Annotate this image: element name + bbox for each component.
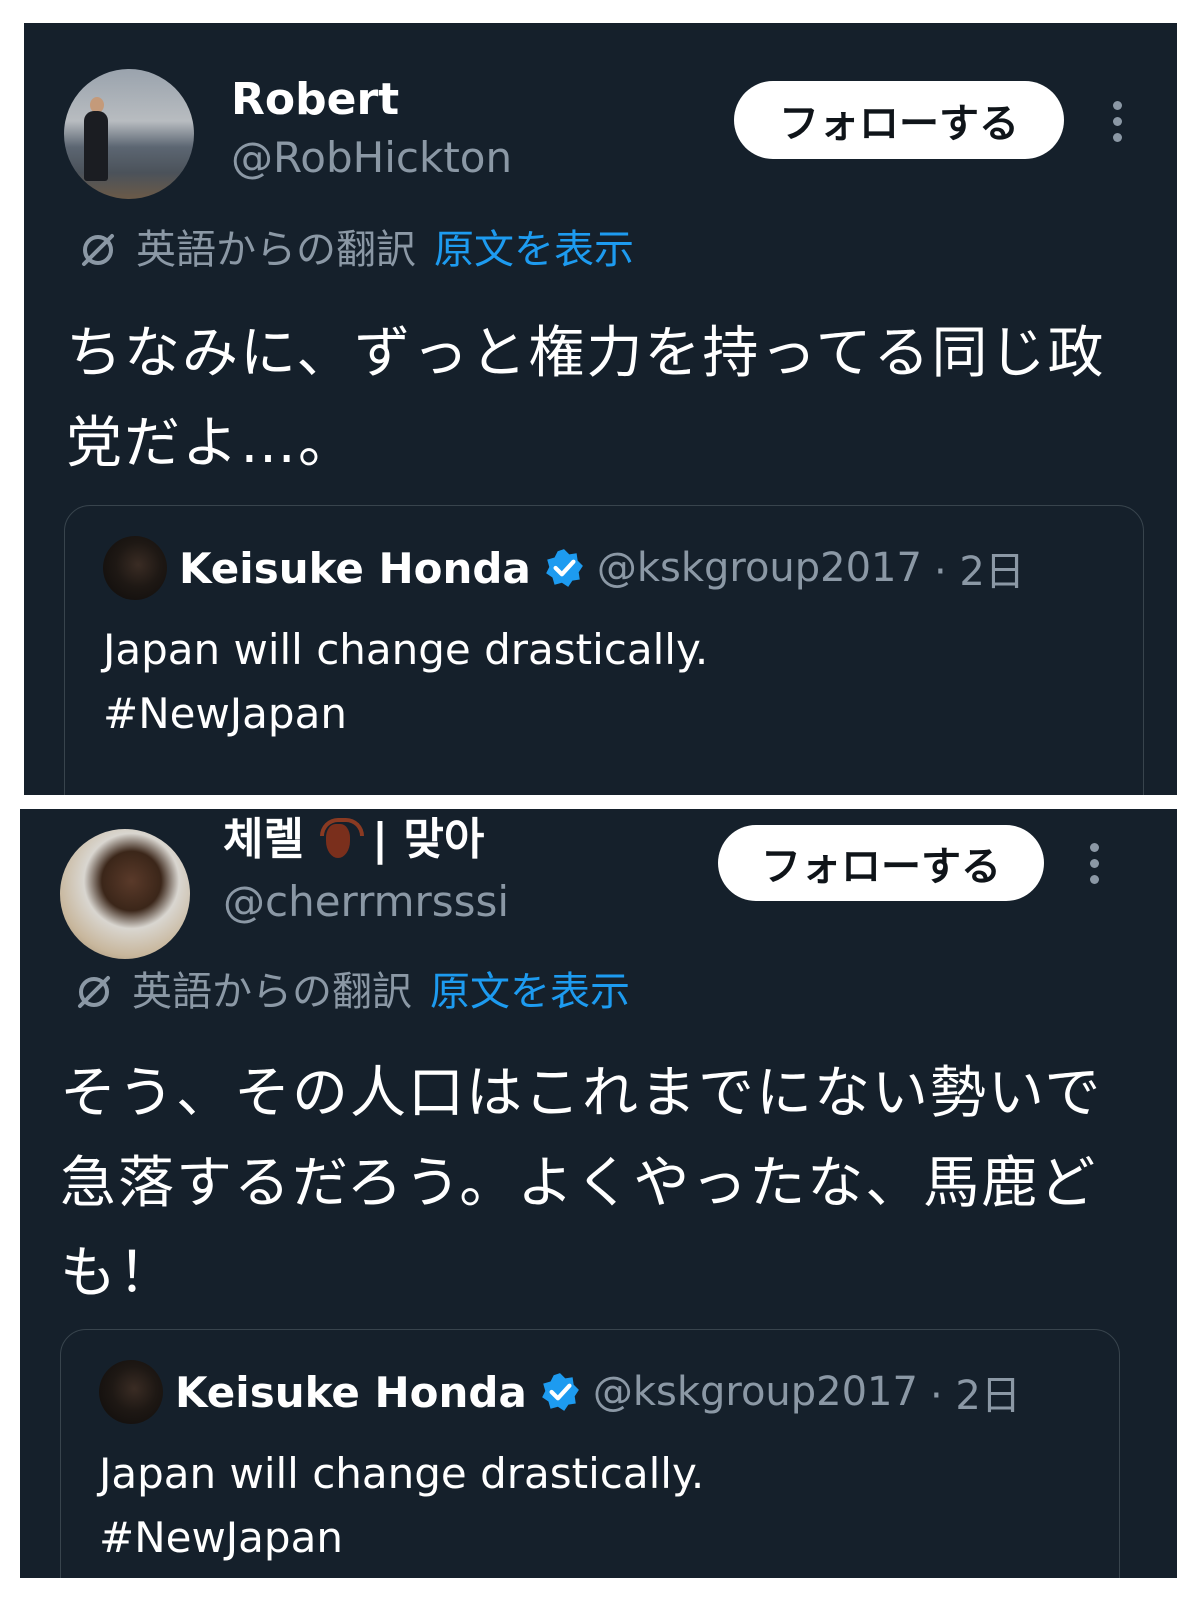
translation-label: 英語からの翻訳 [132, 969, 412, 1015]
quoted-tweet-header: Keisuke Honda @kskgroup2017 · 2日 [99, 1360, 1021, 1424]
avatar [99, 1360, 163, 1424]
display-name-text: 체렐 [223, 814, 304, 865]
scorpion-emoji-icon [318, 818, 364, 862]
translation-label: 英語からの翻訳 [136, 227, 416, 273]
follow-button[interactable]: フォローする [734, 81, 1064, 159]
quoted-display-name: Keisuke Honda [175, 1367, 527, 1417]
translate-icon [82, 234, 114, 266]
tweet-card: Robert @RobHickton フォローする 英語からの翻訳 原文を表示 … [24, 23, 1177, 795]
display-name[interactable]: Robert [231, 75, 399, 125]
verified-badge-icon [545, 549, 583, 587]
more-options-icon[interactable] [1084, 833, 1104, 893]
show-original-link[interactable]: 原文を表示 [430, 967, 630, 1017]
tweet-text: そう、その人口はこれまでにない勢いで 急落するだろう。よくやったな、馬鹿ど も！ [60, 1061, 1103, 1306]
quoted-tweet[interactable]: Keisuke Honda @kskgroup2017 · 2日 Japan w… [60, 1329, 1120, 1578]
tweet-text: ちなみに、ずっと権力を持ってる同じ政 党だよ…。 [66, 321, 1106, 476]
quoted-tweet[interactable]: Keisuke Honda @kskgroup2017 · 2日 Japan w… [64, 505, 1144, 795]
display-name[interactable]: 체렐 | 맞아 [223, 815, 484, 865]
quoted-tweet-text: Japan will change drastically. #NewJapan [103, 625, 709, 738]
quoted-display-name: Keisuke Honda [179, 543, 531, 593]
verified-badge-icon [541, 1373, 579, 1411]
user-handle[interactable]: @RobHickton [231, 133, 512, 183]
more-options-icon[interactable] [1107, 91, 1127, 151]
quoted-tweet-header: Keisuke Honda @kskgroup2017 · 2日 [103, 536, 1025, 600]
display-name-suffix: | 맞아 [371, 814, 485, 865]
avatar[interactable] [64, 69, 194, 199]
avatar [103, 536, 167, 600]
quoted-timestamp: · 2日 [933, 549, 1025, 595]
avatar-figure [84, 111, 108, 181]
translation-row: 英語からの翻訳 原文を表示 [74, 967, 630, 1017]
quoted-handle: @kskgroup2017 [596, 545, 922, 591]
translation-row: 英語からの翻訳 原文を表示 [78, 225, 634, 275]
tweet-card: 체렐 | 맞아 @cherrmrsssi フォローする 英語からの翻訳 原文を表… [20, 809, 1177, 1578]
quoted-timestamp: · 2日 [929, 1373, 1021, 1419]
show-original-link[interactable]: 原文を表示 [434, 225, 634, 275]
quoted-tweet-text: Japan will change drastically. #NewJapan [99, 1449, 705, 1562]
avatar[interactable] [60, 829, 190, 959]
quoted-handle: @kskgroup2017 [592, 1369, 918, 1415]
follow-button[interactable]: フォローする [718, 825, 1044, 901]
translate-icon [78, 976, 110, 1008]
user-handle[interactable]: @cherrmrsssi [223, 877, 509, 927]
